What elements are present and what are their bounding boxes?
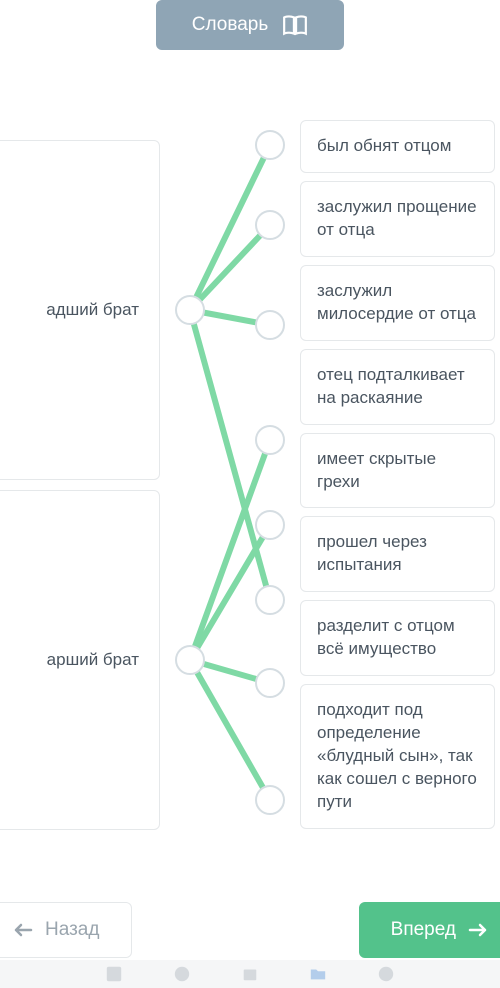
left-dot[interactable]: [175, 645, 205, 675]
right-item[interactable]: был обнят отцом: [300, 120, 495, 173]
taskbar-app-icon[interactable]: [241, 965, 259, 983]
right-item-label: заслужил милосердие от отца: [317, 281, 476, 323]
right-dot[interactable]: [255, 785, 285, 815]
left-item[interactable]: арший брат: [0, 490, 160, 830]
right-item-label: заслужил прощение от отца: [317, 197, 477, 239]
taskbar: [0, 960, 500, 988]
right-item[interactable]: подходит под определение «блудный сын», …: [300, 684, 495, 829]
right-dot[interactable]: [255, 425, 285, 455]
left-item-label: адший брат: [46, 299, 139, 322]
right-dot[interactable]: [255, 668, 285, 698]
left-dot[interactable]: [175, 295, 205, 325]
book-icon: [282, 14, 308, 36]
dictionary-label: Словарь: [192, 14, 269, 36]
right-item-label: отец подталкивает на раскаяние: [317, 365, 465, 407]
taskbar-app-icon[interactable]: [377, 965, 395, 983]
arrow-right-icon: [468, 922, 488, 938]
right-item-label: был обнят отцом: [317, 136, 451, 155]
right-item-label: имеет скрытые грехи: [317, 449, 436, 491]
dictionary-button[interactable]: Словарь: [156, 0, 345, 50]
right-item[interactable]: прошел через испытания: [300, 516, 495, 592]
right-item[interactable]: заслужил милосердие от отца: [300, 265, 495, 341]
left-item-label: арший брат: [47, 649, 139, 672]
right-dot[interactable]: [255, 210, 285, 240]
right-item[interactable]: имеет скрытые грехи: [300, 433, 495, 509]
back-label: Назад: [45, 919, 99, 941]
right-dot[interactable]: [255, 585, 285, 615]
left-item[interactable]: адший брат: [0, 140, 160, 480]
forward-label: Вперед: [391, 919, 456, 941]
right-dot[interactable]: [255, 130, 285, 160]
taskbar-app-icon[interactable]: [105, 965, 123, 983]
matching-area: адший брат арший брат был обнят отцом за…: [0, 80, 500, 900]
right-item[interactable]: разделит с отцом всё имущество: [300, 600, 495, 676]
right-item[interactable]: заслужил прощение от отца: [300, 181, 495, 257]
arrow-left-icon: [13, 922, 33, 938]
right-item[interactable]: отец подталкивает на раскаяние: [300, 349, 495, 425]
right-item-label: разделит с отцом всё имущество: [317, 616, 455, 658]
forward-button[interactable]: Вперед: [359, 902, 500, 958]
back-button[interactable]: Назад: [0, 902, 132, 958]
right-item-label: прошел через испытания: [317, 532, 427, 574]
taskbar-app-icon[interactable]: [173, 965, 191, 983]
right-dot[interactable]: [255, 310, 285, 340]
right-item-label: подходит под определение «блудный сын», …: [317, 700, 477, 811]
right-dot[interactable]: [255, 510, 285, 540]
footer-nav: Назад Вперед: [0, 902, 500, 958]
taskbar-folder-icon[interactable]: [309, 965, 327, 983]
